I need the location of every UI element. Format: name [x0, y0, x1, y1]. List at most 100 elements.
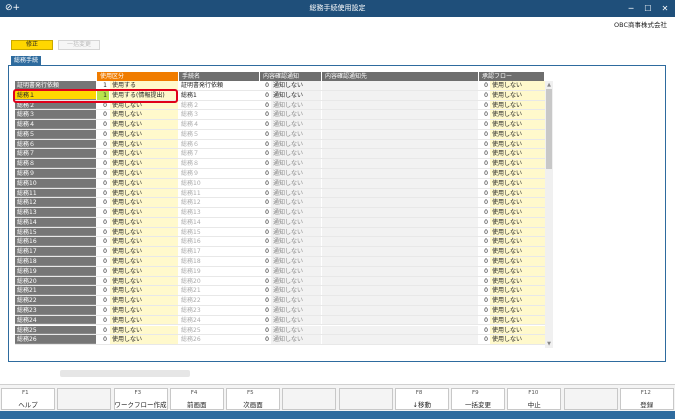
flow-value[interactable]: 使用しない	[490, 315, 545, 325]
use-code[interactable]: 0	[97, 276, 109, 286]
procedure-name[interactable]: 総務16	[179, 237, 259, 247]
check-destination[interactable]	[322, 169, 478, 178]
use-code[interactable]: 0	[97, 305, 109, 315]
check-value[interactable]: 通知しない	[271, 178, 321, 188]
flow-value[interactable]: 使用しない	[490, 129, 545, 139]
flow-code[interactable]: 0	[479, 257, 489, 266]
flow-value[interactable]: 使用しない	[490, 335, 545, 345]
use-value[interactable]: 使用しない	[110, 305, 178, 315]
procedure-name[interactable]: 総務19	[179, 266, 259, 276]
use-code[interactable]: 0	[97, 159, 109, 168]
use-code[interactable]: 0	[97, 296, 109, 305]
use-value[interactable]: 使用しない	[110, 110, 178, 120]
check-destination[interactable]	[322, 100, 478, 110]
flow-value[interactable]: 使用しない	[490, 227, 545, 237]
use-code[interactable]: 0	[97, 208, 109, 217]
check-destination[interactable]	[322, 217, 478, 227]
table-row[interactable]: 総務25 0 使用しない 総務25 0 通知しない 0 使用しない	[15, 325, 545, 336]
use-code[interactable]: 0	[97, 247, 109, 257]
flow-value[interactable]: 使用しない	[490, 159, 545, 168]
flow-code[interactable]: 0	[479, 217, 489, 227]
check-code[interactable]: 0	[260, 129, 270, 139]
check-code[interactable]: 0	[260, 139, 270, 149]
fkey-f4-button[interactable]: F4 前画面	[169, 388, 224, 410]
close-icon[interactable]: ✕	[657, 0, 673, 17]
check-code[interactable]: 0	[260, 198, 270, 208]
use-value[interactable]: 使用しない	[110, 129, 178, 139]
flow-code[interactable]: 0	[479, 296, 489, 305]
flow-value[interactable]: 使用しない	[490, 149, 545, 159]
flow-code[interactable]: 0	[479, 188, 489, 198]
procedure-name[interactable]: 総務1	[179, 90, 259, 100]
check-code[interactable]: 0	[260, 266, 270, 276]
flow-value[interactable]: 使用しない	[490, 198, 545, 208]
check-code[interactable]: 0	[260, 110, 270, 120]
use-code[interactable]: 0	[97, 120, 109, 129]
flow-code[interactable]: 0	[479, 305, 489, 315]
check-code[interactable]: 0	[260, 217, 270, 227]
use-code[interactable]: 0	[97, 227, 109, 237]
flow-code[interactable]: 0	[479, 266, 489, 276]
procedure-name[interactable]: 総務７	[179, 149, 259, 159]
table-row[interactable]: 総務20 0 使用しない 総務20 0 通知しない 0 使用しない	[15, 276, 545, 287]
minimize-icon[interactable]: ─	[623, 0, 639, 17]
table-row[interactable]: 総務９ 0 使用しない 総務９ 0 通知しない 0 使用しない	[15, 169, 545, 179]
scroll-up-icon[interactable]: ▲	[545, 81, 553, 89]
flow-value[interactable]: 使用しない	[490, 266, 545, 276]
check-value[interactable]: 通知しない	[271, 217, 321, 227]
table-row[interactable]: 総務６ 0 使用しない 総務６ 0 通知しない 0 使用しない	[15, 139, 545, 150]
tab-general-affairs[interactable]: 総務手続	[11, 56, 41, 65]
use-code[interactable]: 0	[97, 129, 109, 139]
procedure-name[interactable]: 総務５	[179, 129, 259, 139]
table-row[interactable]: 総務３ 0 使用しない 総務３ 0 通知しない 0 使用しない	[15, 110, 545, 121]
flow-code[interactable]: 0	[479, 169, 489, 178]
flow-value[interactable]: 使用しない	[490, 325, 545, 335]
check-code[interactable]: 0	[260, 208, 270, 217]
check-code[interactable]: 0	[260, 169, 270, 178]
maximize-icon[interactable]: ☐	[640, 0, 656, 17]
table-row[interactable]: 総務７ 0 使用しない 総務７ 0 通知しない 0 使用しない	[15, 149, 545, 160]
table-row[interactable]: 総務21 0 使用しない 総務21 0 通知しない 0 使用しない	[15, 286, 545, 297]
table-row[interactable]: 総務11 0 使用しない 総務11 0 通知しない 0 使用しない	[15, 188, 545, 199]
use-value[interactable]: 使用しない	[110, 237, 178, 247]
procedure-name[interactable]: 総務22	[179, 296, 259, 305]
check-value[interactable]: 通知しない	[271, 139, 321, 149]
fkey-f1-button[interactable]: F1 ヘルプ	[1, 388, 55, 410]
check-destination[interactable]	[322, 110, 478, 120]
use-value[interactable]: 使用しない	[110, 335, 178, 345]
flow-code[interactable]: 0	[479, 247, 489, 257]
flow-code[interactable]: 0	[479, 227, 489, 237]
check-code[interactable]: 0	[260, 178, 270, 188]
procedure-name[interactable]: 総務23	[179, 305, 259, 315]
check-value[interactable]: 通知しない	[271, 315, 321, 325]
check-value[interactable]: 通知しない	[271, 208, 321, 217]
procedure-name[interactable]: 総務14	[179, 217, 259, 227]
use-code[interactable]: 0	[97, 139, 109, 149]
check-destination[interactable]	[322, 315, 478, 325]
flow-value[interactable]: 使用しない	[490, 178, 545, 188]
use-code[interactable]: 0	[97, 217, 109, 227]
fkey-f9-button[interactable]: F9 一括変更	[451, 388, 505, 410]
check-value[interactable]: 通知しない	[271, 169, 321, 178]
use-code[interactable]: 0	[97, 325, 109, 335]
flow-code[interactable]: 0	[479, 286, 489, 296]
check-destination[interactable]	[322, 257, 478, 266]
flow-code[interactable]: 0	[479, 178, 489, 188]
check-destination[interactable]	[322, 335, 478, 345]
use-code[interactable]: 0	[97, 188, 109, 198]
check-code[interactable]: 0	[260, 90, 270, 100]
check-code[interactable]: 0	[260, 159, 270, 168]
use-code[interactable]: 0	[97, 198, 109, 208]
procedure-name[interactable]: 総務２	[179, 100, 259, 110]
use-value[interactable]: 使用しない	[110, 257, 178, 266]
table-row[interactable]: 総務５ 0 使用しない 総務５ 0 通知しない 0 使用しない	[15, 129, 545, 140]
table-row[interactable]: 総務23 0 使用しない 総務23 0 通知しない 0 使用しない	[15, 305, 545, 316]
flow-code[interactable]: 0	[479, 159, 489, 168]
check-code[interactable]: 0	[260, 325, 270, 335]
flow-code[interactable]: 0	[479, 120, 489, 129]
use-value[interactable]: 使用しない	[110, 286, 178, 296]
check-value[interactable]: 通知しない	[271, 237, 321, 247]
use-code[interactable]: 0	[97, 266, 109, 276]
use-value[interactable]: 使用しない	[110, 139, 178, 149]
check-code[interactable]: 0	[260, 227, 270, 237]
